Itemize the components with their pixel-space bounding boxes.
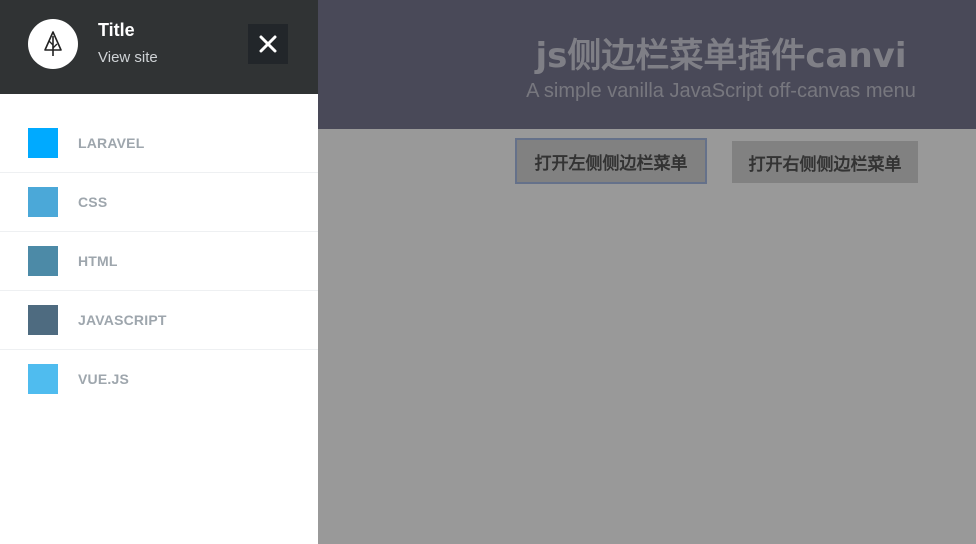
sidebar-title: Title xyxy=(98,20,135,40)
sidebar-item-javascript[interactable]: JAVASCRIPT xyxy=(0,291,318,350)
sidebar-item-label: CSS xyxy=(78,194,108,210)
sidebar-item-vuejs[interactable]: VUE.JS xyxy=(0,350,318,409)
sidebar-item-label: VUE.JS xyxy=(78,371,129,387)
color-swatch-icon xyxy=(28,128,58,158)
tree-icon xyxy=(28,19,78,69)
view-site-link[interactable]: View site xyxy=(98,49,158,66)
left-sidebar: Title View site LARAVEL CSS HTML JAVASCR… xyxy=(0,0,318,544)
color-swatch-icon xyxy=(28,364,58,394)
color-swatch-icon xyxy=(28,305,58,335)
sidebar-item-label: HTML xyxy=(78,253,118,269)
sidebar-item-html[interactable]: HTML xyxy=(0,232,318,291)
close-icon xyxy=(259,35,277,53)
color-swatch-icon xyxy=(28,246,58,276)
sidebar-item-label: LARAVEL xyxy=(78,135,145,151)
color-swatch-icon xyxy=(28,187,58,217)
sidebar-item-css[interactable]: CSS xyxy=(0,173,318,232)
sidebar-header: Title View site xyxy=(0,0,318,94)
sidebar-item-label: JAVASCRIPT xyxy=(78,312,167,328)
close-button[interactable] xyxy=(248,24,288,64)
sidebar-menu: LARAVEL CSS HTML JAVASCRIPT VUE.JS xyxy=(0,114,318,409)
sidebar-item-laravel[interactable]: LARAVEL xyxy=(0,114,318,173)
